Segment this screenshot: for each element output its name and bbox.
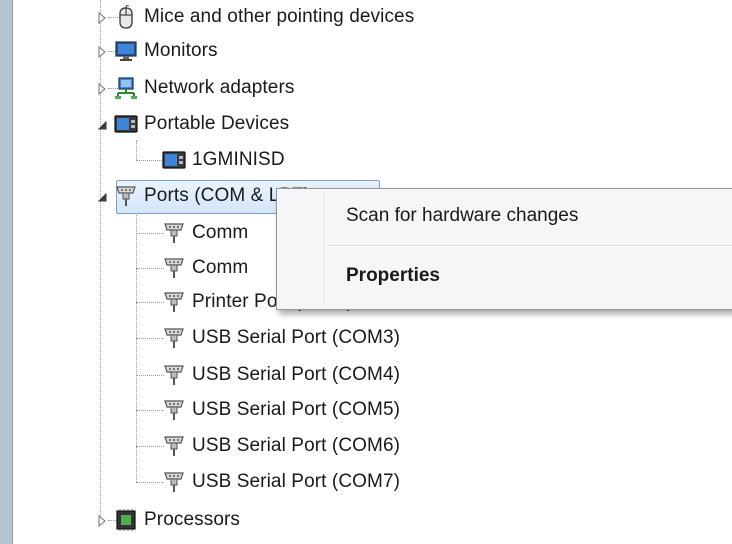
collapse-arrow-icon[interactable] xyxy=(96,190,108,202)
collapse-arrow-icon[interactable] xyxy=(96,118,108,130)
menu-item-scan-hardware-changes[interactable]: Scan for hardware changes xyxy=(280,197,732,235)
tree-line xyxy=(136,302,164,303)
expand-arrow-icon[interactable] xyxy=(96,45,108,59)
tree-item-label: Mice and other pointing devices xyxy=(144,6,415,27)
tree-line xyxy=(136,375,164,376)
mouse-icon xyxy=(114,4,138,29)
tree-item-label: 1GMINISD xyxy=(192,149,285,170)
portable-device-icon xyxy=(114,112,138,136)
tree-line xyxy=(136,446,164,447)
tree-line xyxy=(136,482,164,483)
tree-item-usb-serial-com3[interactable]: USB Serial Port (COM3) xyxy=(162,321,400,355)
tree-item-usb-serial-com5[interactable]: USB Serial Port (COM5) xyxy=(162,393,400,427)
port-icon xyxy=(162,363,186,387)
menu-item-properties[interactable]: Properties xyxy=(280,257,732,295)
tree-line xyxy=(136,212,137,482)
tree-item-label: Network adapters xyxy=(144,77,295,98)
context-menu: Scan for hardware changes Properties xyxy=(276,188,732,310)
tree-line xyxy=(136,410,164,411)
port-icon xyxy=(162,290,186,314)
tree-item-label: USB Serial Port (COM5) xyxy=(192,399,401,420)
tree-line xyxy=(136,338,164,339)
port-icon xyxy=(114,184,138,208)
tree-item-mice[interactable]: Mice and other pointing devices xyxy=(96,0,414,34)
network-adapter-icon xyxy=(114,76,138,100)
tree-item-label: USB Serial Port (COM4) xyxy=(192,364,401,385)
expand-arrow-icon[interactable] xyxy=(96,11,108,25)
tree-line xyxy=(136,233,164,234)
port-icon xyxy=(162,221,186,245)
tree-item-label: Comm xyxy=(192,257,249,278)
tree-item-network-adapters[interactable]: Network adapters xyxy=(96,71,295,105)
port-icon xyxy=(162,470,186,494)
tree-line xyxy=(136,268,164,269)
tree-item-monitors[interactable]: Monitors xyxy=(96,34,218,68)
tree-item-label: Comm xyxy=(192,222,249,243)
tree-item-comm-port[interactable]: Comm xyxy=(162,251,248,285)
monitor-icon xyxy=(114,39,138,63)
tree-line xyxy=(136,160,164,161)
tree-item-usb-serial-com7[interactable]: USB Serial Port (COM7) xyxy=(162,465,400,499)
tree-item-label: Processors xyxy=(144,509,241,530)
tree-item-label: USB Serial Port (COM7) xyxy=(192,471,401,492)
port-icon xyxy=(162,326,186,350)
tree-item-comm-port[interactable]: Comm xyxy=(162,216,248,250)
expand-arrow-icon[interactable] xyxy=(96,82,108,96)
port-icon xyxy=(162,434,186,458)
portable-device-icon xyxy=(162,148,186,172)
tree-item-processors[interactable]: Processors xyxy=(96,503,240,537)
tree-item-1gminisd[interactable]: 1GMINISD xyxy=(162,143,285,177)
processor-icon xyxy=(114,508,138,532)
port-icon xyxy=(162,256,186,280)
tree-item-usb-serial-com4[interactable]: USB Serial Port (COM4) xyxy=(162,358,400,392)
expand-arrow-icon[interactable] xyxy=(96,514,108,528)
tree-item-portable-devices[interactable]: Portable Devices xyxy=(96,107,289,141)
tree-item-label: USB Serial Port (COM3) xyxy=(192,327,401,348)
tree-item-label: USB Serial Port (COM6) xyxy=(192,435,401,456)
tree-item-label: Portable Devices xyxy=(144,113,290,134)
tree-item-label: Monitors xyxy=(144,40,218,61)
port-icon xyxy=(162,398,186,422)
tree-item-usb-serial-com6[interactable]: USB Serial Port (COM6) xyxy=(162,429,400,463)
tree-line xyxy=(136,140,137,160)
menu-separator xyxy=(327,245,732,247)
